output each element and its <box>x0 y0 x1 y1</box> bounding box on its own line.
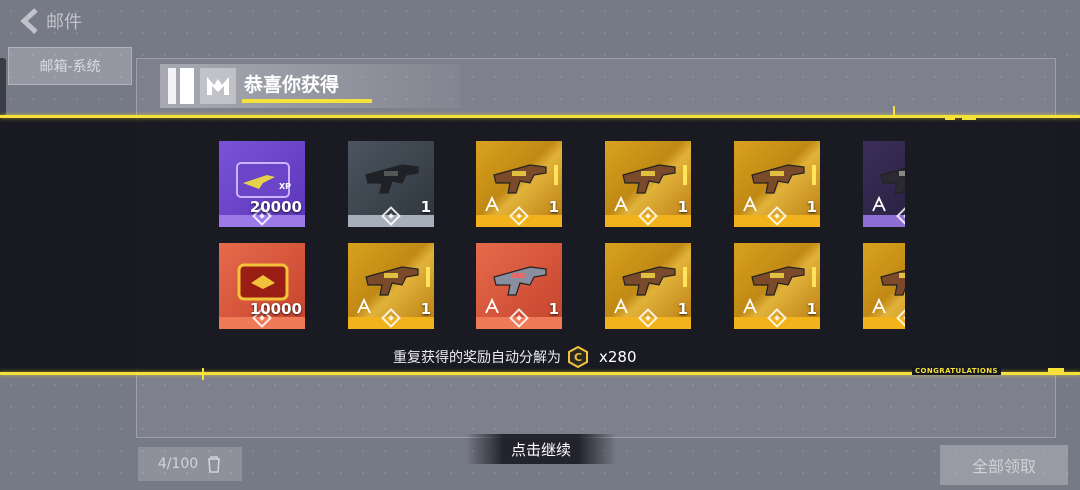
weapon-icon <box>365 164 419 194</box>
item-quantity: 1 <box>677 300 688 318</box>
rarity-indicator <box>554 165 558 185</box>
rank-chevron-icon <box>614 196 628 212</box>
rarity-indicator <box>812 165 816 185</box>
header-stripe <box>180 68 194 104</box>
reward-item-gold-weapon[interactable]: 1 <box>476 141 562 227</box>
rank-chevron-icon <box>743 298 757 314</box>
rarity-indicator <box>812 267 816 287</box>
item-quantity: 1 <box>548 198 559 216</box>
item-quantity: 1 <box>548 300 559 318</box>
back-button[interactable]: 邮件 <box>20 8 82 34</box>
mail-count: 4/100 <box>138 447 242 481</box>
item-quantity: 20000 <box>249 198 302 216</box>
rank-chevron-icon <box>614 298 628 314</box>
reward-top-line <box>0 115 1080 118</box>
side-handle[interactable] <box>0 58 6 116</box>
rarity-indicator <box>683 165 687 185</box>
header-stripe <box>168 68 176 104</box>
back-chevron-icon <box>20 8 38 34</box>
reward-item-gold-weapon[interactable]: 1 <box>734 243 820 329</box>
item-quantity: 1 <box>420 198 431 216</box>
credit-card-icon <box>237 263 289 301</box>
reward-item-gold-weapon[interactable]: 1 <box>605 243 691 329</box>
reward-grid: XP 20000 1 1 1 1 10000 1 1 1 1 <box>219 141 905 329</box>
rank-chevron-icon <box>357 298 371 314</box>
xp-card-icon: XP <box>236 162 291 198</box>
continue-button[interactable]: 点击继续 <box>466 434 616 464</box>
congratulations-banner: CONGRATULATIONS <box>912 367 1001 375</box>
duplicate-amount: x280 <box>599 348 637 366</box>
title-underline <box>242 99 372 103</box>
item-quantity: 1 <box>806 198 817 216</box>
rank-chevron-icon <box>485 298 499 314</box>
rank-chevron-icon <box>872 298 886 314</box>
reward-item-gold-weapon[interactable]: 1 <box>348 243 434 329</box>
reward-item-purple-weapon[interactable] <box>863 141 905 227</box>
mail-tab-system[interactable]: 邮箱-系统 <box>8 47 132 85</box>
duplicate-note-text: 重复获得的奖励自动分解为 <box>393 350 561 366</box>
reward-title: 恭喜你获得 <box>244 74 340 96</box>
cod-points-icon: C <box>568 346 588 368</box>
item-quantity: 10000 <box>249 300 302 318</box>
item-quantity: 1 <box>420 300 431 318</box>
game-logo-icon <box>200 68 236 104</box>
mail-count-label: 4/100 <box>157 456 199 472</box>
trash-icon[interactable] <box>206 455 222 473</box>
rarity-indicator <box>683 267 687 287</box>
reward-item-xp-card[interactable]: XP 20000 <box>219 141 305 227</box>
rarity-indicator <box>426 267 430 287</box>
reward-item-gold-weapon[interactable]: 1 <box>605 141 691 227</box>
item-quantity: 1 <box>806 300 817 318</box>
deco-tick <box>945 116 955 120</box>
duplicate-note: 重复获得的奖励自动分解为 C x280 <box>393 346 637 368</box>
reward-item-red-weapon[interactable]: 1 <box>476 243 562 329</box>
svg-text:XP: XP <box>279 182 291 191</box>
rank-chevron-icon <box>485 196 499 212</box>
deco-tick <box>962 116 976 120</box>
reward-item-gold-weapon[interactable]: 1 <box>734 141 820 227</box>
deco-tick <box>202 368 204 380</box>
item-quantity: 1 <box>677 198 688 216</box>
rank-chevron-icon <box>743 196 757 212</box>
back-label: 邮件 <box>46 12 82 33</box>
reward-item-grey-weapon[interactable]: 1 <box>348 141 434 227</box>
svg-text:C: C <box>574 351 582 364</box>
rank-chevron-icon <box>872 196 886 212</box>
deco-tick <box>893 106 895 118</box>
reward-item-gold-weapon[interactable] <box>863 243 905 329</box>
reward-item-credit-card[interactable]: 10000 <box>219 243 305 329</box>
deco-tick <box>1048 368 1064 372</box>
claim-all-button[interactable]: 全部领取 <box>940 445 1068 485</box>
